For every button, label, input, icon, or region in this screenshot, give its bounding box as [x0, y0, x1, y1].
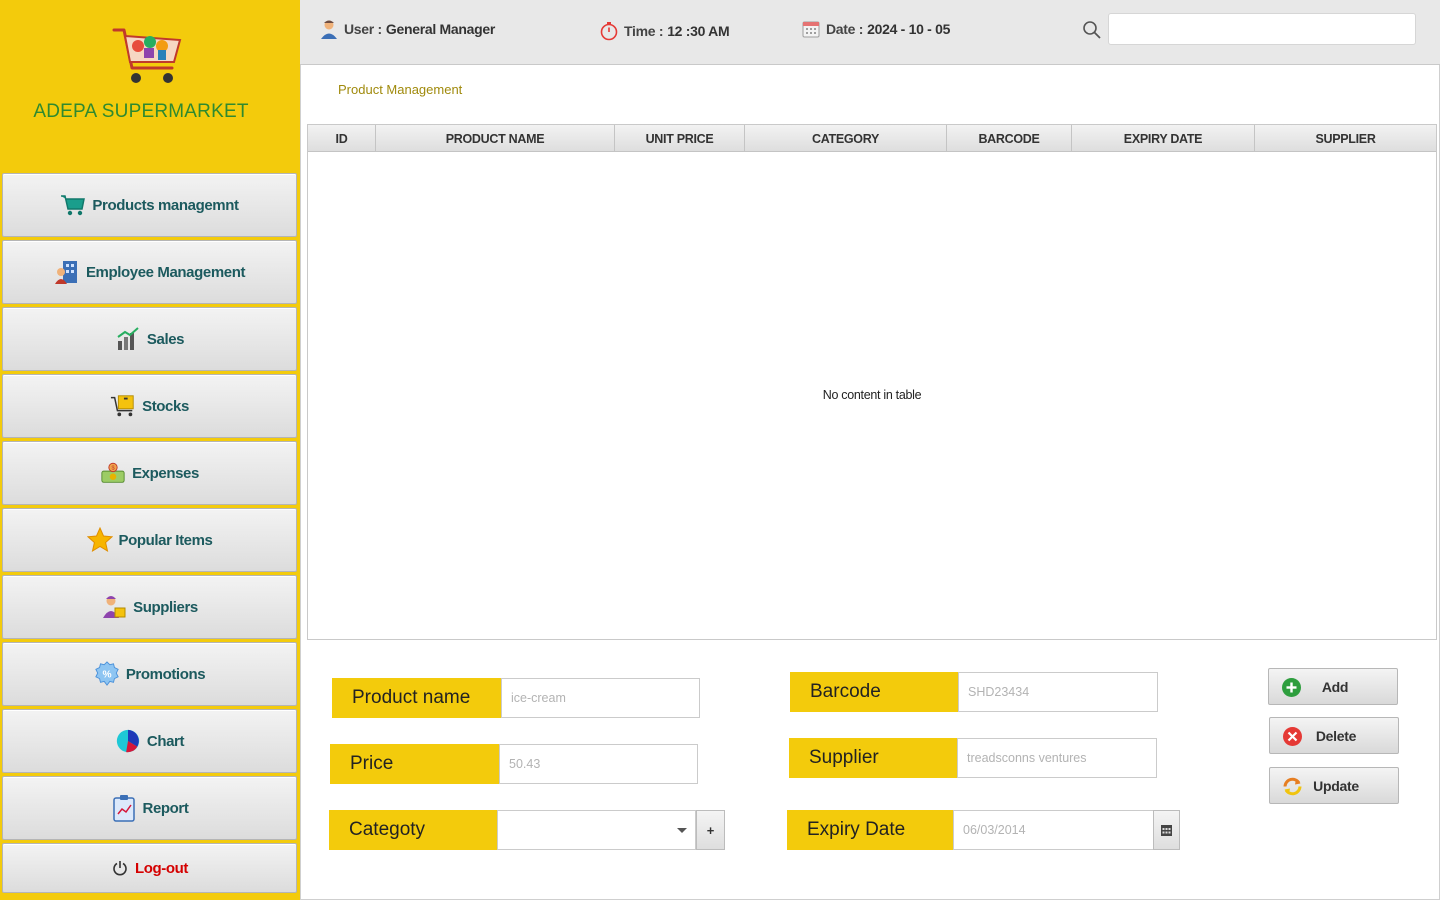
calendar-icon — [800, 18, 822, 40]
search-input[interactable] — [1108, 13, 1416, 45]
sidebar-item-report[interactable]: Report — [2, 776, 297, 840]
time-label: Time : — [624, 23, 664, 39]
sidebar-item-label: Sales — [146, 330, 185, 348]
update-button[interactable]: Update — [1269, 767, 1399, 804]
time-value: 12 :30 AM — [667, 23, 730, 39]
add-button-label: Add — [1321, 678, 1349, 695]
sidebar-item-expenses[interactable]: $ Expenses — [2, 441, 297, 505]
add-category-button[interactable]: + — [696, 810, 725, 850]
time-info: Time : 12 :30 AM — [598, 20, 730, 42]
calendar-grid-icon — [1161, 824, 1172, 836]
close-circle-icon — [1283, 727, 1302, 746]
sidebar-item-label: Report — [142, 799, 189, 817]
sidebar: ADEPA SUPERMARKET Products managemnt Emp… — [0, 0, 300, 900]
date-label: Date : — [826, 21, 864, 37]
sidebar-item-chart[interactable]: Chart — [2, 709, 297, 773]
top-bar: User : General Manager Time : 12 :30 AM … — [300, 0, 1440, 65]
shopping-cart-logo-icon — [112, 28, 182, 83]
date-info: Date : 2024 - 10 - 05 — [800, 18, 950, 40]
money-icon: $ — [100, 460, 126, 486]
barcode-label: Barcode — [790, 672, 960, 712]
table-empty-message: No content in table — [822, 388, 922, 402]
sidebar-item-label: Promotions — [125, 665, 206, 683]
sidebar-item-label: Expenses — [132, 464, 199, 482]
sidebar-item-popular-items[interactable]: Popular Items — [2, 508, 297, 572]
sidebar-item-sales[interactable]: Sales — [2, 307, 297, 371]
date-value: 2024 - 10 - 05 — [867, 21, 951, 37]
barcode-field[interactable]: SHD23434 — [958, 672, 1158, 712]
product-name-field[interactable]: ice-cream — [501, 678, 700, 718]
sidebar-item-employee-management[interactable]: Employee Management — [2, 240, 297, 304]
sidebar-item-suppliers[interactable]: Suppliers — [2, 575, 297, 639]
delete-button[interactable]: Delete — [1269, 717, 1399, 754]
star-icon — [86, 527, 113, 553]
logout-label: Log-out — [134, 859, 188, 877]
svg-text:%: % — [102, 670, 111, 681]
add-button[interactable]: Add — [1268, 668, 1398, 705]
sidebar-item-label: Suppliers — [133, 598, 198, 616]
main-content: Product Management ID PRODUCT NAME UNIT … — [300, 65, 1440, 900]
column-header-expiry-date[interactable]: EXPIRY DATE — [1072, 125, 1255, 152]
column-header-barcode[interactable]: BARCODE — [947, 125, 1072, 152]
percent-badge-icon: % — [94, 661, 120, 687]
chevron-down-icon — [677, 828, 687, 833]
sales-chart-icon — [115, 326, 141, 352]
plus-circle-icon — [1282, 678, 1301, 697]
user-value: General Manager — [385, 21, 495, 37]
power-icon — [111, 855, 129, 881]
category-select[interactable] — [497, 810, 696, 850]
column-header-supplier[interactable]: SUPPLIER — [1255, 125, 1436, 152]
product-name-label: Product name — [332, 678, 502, 718]
delete-button-label: Delete — [1315, 727, 1357, 744]
column-header-product-name[interactable]: PRODUCT NAME — [376, 125, 615, 152]
supplier-field[interactable]: treadsconns ventures — [957, 738, 1157, 778]
breadcrumb: Product Management — [338, 82, 463, 97]
search-icon[interactable] — [1082, 20, 1102, 40]
column-header-category[interactable]: CATEGORY — [745, 125, 947, 152]
brand-name: ADEPA SUPERMARKET — [33, 101, 249, 122]
expiry-date-label: Expiry Date — [787, 810, 955, 850]
user-icon — [318, 18, 340, 40]
price-label: Price — [330, 744, 500, 784]
products-table[interactable]: ID PRODUCT NAME UNIT PRICE CATEGORY BARC… — [307, 124, 1437, 640]
stopwatch-icon — [598, 20, 620, 42]
category-label: Categoty — [329, 810, 499, 850]
table-header: ID PRODUCT NAME UNIT PRICE CATEGORY BARC… — [308, 125, 1436, 152]
expiry-date-field[interactable]: 06/03/2014 — [953, 810, 1154, 850]
sidebar-item-promotions[interactable]: % Promotions — [2, 642, 297, 706]
sidebar-item-label: Popular Items — [118, 531, 213, 549]
sidebar-item-label: Chart — [146, 732, 185, 750]
user-label: User : — [344, 21, 382, 37]
update-button-label: Update — [1313, 777, 1359, 794]
clipboard-icon — [111, 795, 137, 822]
sidebar-item-label: Stocks — [142, 397, 189, 415]
refresh-icon — [1283, 777, 1302, 796]
supplier-icon — [101, 594, 127, 620]
stock-cart-icon — [110, 393, 136, 419]
calendar-picker-button[interactable] — [1153, 810, 1180, 850]
sidebar-item-products[interactable]: Products managemnt — [2, 173, 297, 237]
sidebar-item-stocks[interactable]: Stocks — [2, 374, 297, 438]
sidebar-item-label: Products managemnt — [92, 196, 239, 214]
column-header-unit-price[interactable]: UNIT PRICE — [615, 125, 745, 152]
employee-icon — [54, 259, 80, 285]
cart-icon — [60, 192, 86, 218]
sidebar-item-label: Employee Management — [85, 263, 246, 281]
pie-chart-icon — [115, 728, 141, 754]
price-field[interactable]: 50.43 — [499, 744, 698, 784]
logout-button[interactable]: Log-out — [2, 843, 297, 893]
column-header-id[interactable]: ID — [308, 125, 376, 152]
logo-area: ADEPA SUPERMARKET — [0, 0, 300, 170]
user-info: User : General Manager — [318, 18, 495, 40]
svg-text:$: $ — [112, 466, 115, 472]
supplier-label: Supplier — [789, 738, 959, 778]
